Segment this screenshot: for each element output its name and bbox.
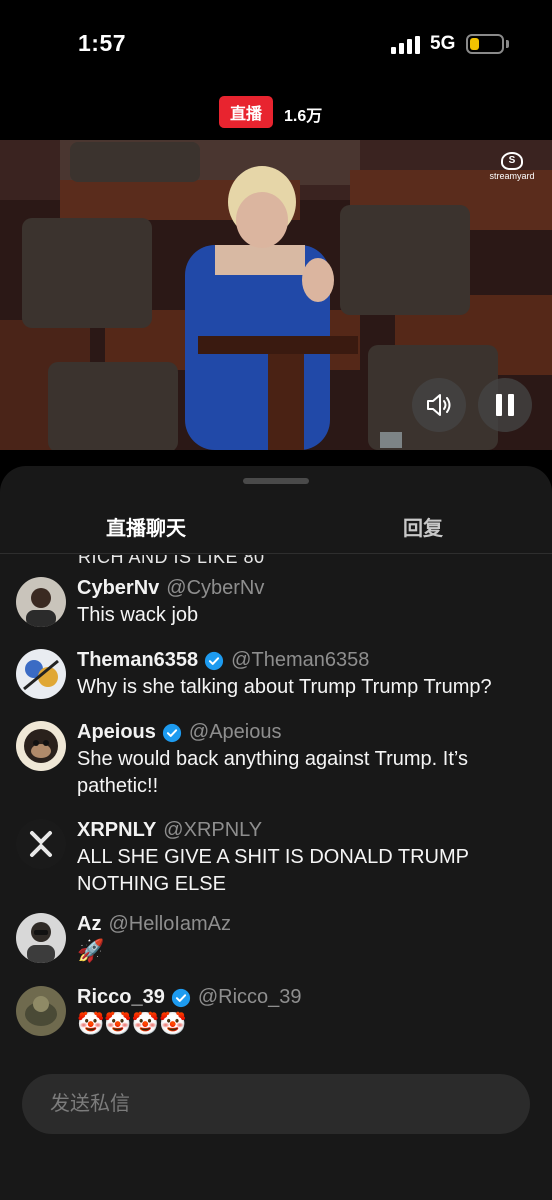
avatar[interactable] (16, 986, 66, 1036)
battery-icon (466, 34, 504, 54)
avatar[interactable] (16, 649, 66, 699)
signal-strength-icon (391, 36, 421, 54)
video-frame (0, 140, 552, 450)
verified-badge-icon (205, 651, 224, 670)
avatar[interactable] (16, 913, 66, 963)
direct-message-input[interactable] (50, 1074, 510, 1134)
message-text: Why is she talking about Trump Trump Tru… (77, 676, 492, 698)
truncated-message: RICH AND IS LIKE 80 (78, 555, 265, 567)
pause-icon (496, 394, 514, 416)
user-handle: @XRPNLY (163, 819, 263, 841)
message-text: This wack job (77, 604, 199, 626)
username[interactable]: Apeious (77, 721, 156, 744)
clock: 1:57 (78, 30, 127, 56)
battery-tip (506, 40, 509, 48)
streamyard-logo-icon: S (501, 152, 523, 170)
user-handle: @Ricco_39 (197, 986, 302, 1008)
avatar[interactable] (16, 721, 66, 771)
avatar[interactable] (16, 819, 66, 869)
verified-badge-icon (171, 988, 190, 1007)
watermark-label: streamyard (489, 171, 535, 181)
message-text: She would back anything against Trump. I… (77, 748, 468, 797)
verified-badge-icon (162, 723, 181, 742)
username[interactable]: XRPNLY (77, 819, 156, 842)
video-player[interactable]: S streamyard (0, 140, 552, 450)
sheet-grabber[interactable] (243, 478, 309, 484)
status-bar: 1:57 5G (0, 0, 552, 90)
battery-level (470, 38, 479, 50)
username[interactable]: Theman6358 (77, 649, 198, 672)
pause-button[interactable] (478, 378, 532, 432)
tab-bar: 直播聊天 回复 (0, 496, 552, 554)
username[interactable]: CyberNv (77, 577, 159, 600)
user-handle: @Theman6358 (231, 649, 370, 671)
user-handle: @Apeious (188, 721, 282, 743)
streamyard-watermark: S streamyard (486, 152, 538, 181)
live-header: 直播 1.6万 (0, 96, 552, 128)
live-stream-screen: 1:57 5G 直播 1.6万 S streamyard 直播聊天 回复 RIC… (0, 0, 552, 1200)
network-type: 5G (430, 33, 456, 54)
speaker-icon (427, 394, 451, 416)
message-text: 🤡🤡🤡🤡 (77, 1012, 187, 1037)
tab-live-chat[interactable]: 直播聊天 (106, 512, 186, 541)
chat-list[interactable]: RICH AND IS LIKE 80 CyberNv @CyberNv Thi… (0, 555, 552, 1075)
chat-sheet: 直播聊天 回复 RICH AND IS LIKE 80 CyberNv @Cyb… (0, 466, 552, 1200)
user-handle: @HelloIamAz (108, 913, 232, 935)
live-badge: 直播 (219, 96, 273, 128)
message-text: ALL SHE GIVE A SHIT IS DONALD TRUMP NOTH… (77, 846, 469, 895)
volume-button[interactable] (412, 378, 466, 432)
tab-replies[interactable]: 回复 (403, 512, 443, 541)
user-handle: @CyberNv (166, 577, 265, 599)
username[interactable]: Az (77, 913, 101, 936)
message-composer (22, 1074, 530, 1134)
viewer-count: 1.6万 (284, 108, 323, 125)
message-text: 🚀 (77, 939, 105, 964)
avatar[interactable] (16, 577, 66, 627)
username[interactable]: Ricco_39 (77, 986, 165, 1009)
